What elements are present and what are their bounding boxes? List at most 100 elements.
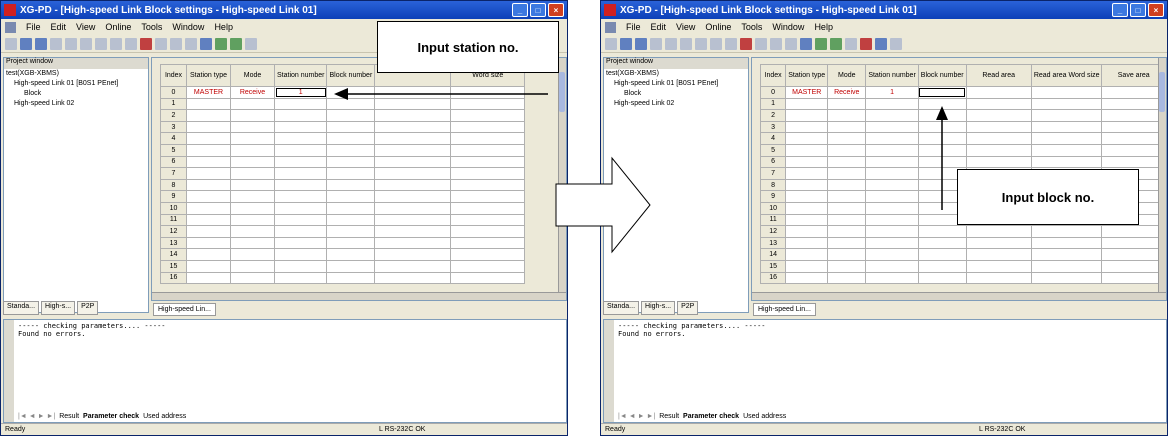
menu-edit[interactable]: Edit [651, 22, 667, 32]
connect-icon[interactable] [200, 37, 212, 50]
table-cell[interactable] [374, 259, 452, 273]
table-cell[interactable] [1101, 248, 1166, 261]
zoom-in-icon[interactable] [170, 37, 182, 50]
table-cell[interactable] [865, 97, 919, 111]
redo-icon[interactable] [680, 37, 692, 50]
table-cell[interactable] [827, 120, 867, 134]
table-cell[interactable] [186, 225, 231, 238]
table-cell[interactable] [785, 132, 829, 145]
table-cell[interactable] [374, 248, 452, 261]
download-icon[interactable] [215, 37, 227, 50]
table-cell[interactable] [450, 236, 526, 250]
table-cell[interactable] [1101, 97, 1166, 111]
table-cell[interactable] [273, 97, 328, 111]
delete-icon[interactable] [140, 37, 152, 50]
table-cell[interactable] [450, 201, 526, 215]
maximize-button[interactable]: □ [1130, 3, 1146, 17]
open-icon[interactable] [20, 37, 32, 50]
table-cell[interactable] [450, 178, 526, 192]
table-cell[interactable] [865, 109, 919, 122]
table-cell[interactable] [326, 109, 376, 122]
table-cell[interactable] [450, 143, 526, 157]
cell-mode[interactable]: Receive [230, 86, 275, 99]
paste-icon[interactable] [725, 37, 737, 50]
tab-p2p[interactable]: P2P [677, 301, 699, 315]
table-cell[interactable] [1030, 109, 1103, 122]
table-cell[interactable] [865, 178, 919, 192]
table-cell[interactable] [785, 225, 829, 238]
tab-result[interactable]: Result [659, 413, 679, 420]
table-cell[interactable] [965, 109, 1032, 122]
table-cell[interactable] [865, 236, 919, 250]
tab-used-address[interactable]: Used address [743, 413, 786, 420]
table-cell[interactable] [186, 120, 231, 134]
cell-station-number[interactable]: 1 [273, 86, 328, 99]
maximize-button[interactable]: □ [530, 3, 546, 17]
undo-icon[interactable] [665, 37, 677, 50]
table-cell[interactable] [865, 143, 919, 157]
cell-station-type[interactable]: MASTER [186, 86, 231, 99]
table-cell[interactable] [827, 225, 867, 238]
menu-file[interactable]: File [26, 22, 41, 32]
table-cell[interactable] [230, 167, 275, 180]
table-cell[interactable] [230, 213, 275, 227]
minimize-button[interactable]: _ [512, 3, 528, 17]
paste-icon[interactable] [125, 37, 137, 50]
table-cell[interactable] [273, 201, 328, 215]
connect-icon[interactable] [800, 37, 812, 50]
table-cell[interactable] [186, 132, 231, 145]
monitor-icon[interactable] [245, 37, 257, 50]
table-cell[interactable] [1030, 97, 1103, 111]
grid-icon[interactable] [875, 37, 887, 50]
table-cell[interactable] [273, 190, 328, 203]
table-cell[interactable] [965, 143, 1032, 157]
monitor-icon[interactable] [845, 37, 857, 50]
table-cell[interactable] [326, 213, 376, 227]
table-cell[interactable] [827, 155, 867, 169]
table-cell[interactable] [827, 132, 867, 145]
zoom-in-icon[interactable] [770, 37, 782, 50]
table-cell[interactable] [374, 225, 452, 238]
table-cell[interactable] [374, 213, 452, 227]
table-cell[interactable] [326, 143, 376, 157]
table-cell[interactable] [827, 167, 867, 180]
table-cell[interactable] [450, 155, 526, 169]
table-cell[interactable] [230, 132, 275, 145]
table-cell[interactable] [827, 143, 867, 157]
table-cell[interactable] [785, 167, 829, 180]
table-cell[interactable] [186, 236, 231, 250]
table-cell[interactable] [186, 213, 231, 227]
upload-icon[interactable] [830, 37, 842, 50]
undo-icon[interactable] [65, 37, 77, 50]
table-cell[interactable] [374, 190, 452, 203]
tab-parameter-check[interactable]: Parameter check [83, 413, 139, 420]
table-cell[interactable] [326, 190, 376, 203]
table-cell[interactable] [326, 236, 376, 250]
table-cell[interactable] [917, 271, 967, 285]
print-icon[interactable] [650, 37, 662, 50]
table-cell[interactable] [1030, 132, 1103, 145]
table-cell[interactable] [273, 120, 328, 134]
tab-p2p[interactable]: P2P [77, 301, 99, 315]
cell-station-type[interactable]: MASTER [785, 86, 829, 99]
menu-help[interactable]: Help [814, 22, 833, 32]
menu-tools[interactable]: Tools [141, 22, 162, 32]
print-icon[interactable] [50, 37, 62, 50]
table-cell[interactable] [273, 143, 328, 157]
copy-icon[interactable] [110, 37, 122, 50]
table-cell[interactable] [1030, 271, 1103, 285]
table-cell[interactable] [374, 178, 452, 192]
table-cell[interactable] [230, 109, 275, 122]
tree-item-link02[interactable]: High-speed Link 02 [6, 99, 148, 109]
tab-used-address[interactable]: Used address [143, 413, 186, 420]
table-cell[interactable] [827, 236, 867, 250]
menu-edit[interactable]: Edit [51, 22, 67, 32]
menu-view[interactable]: View [76, 22, 95, 32]
table-cell[interactable] [1030, 86, 1103, 99]
minimize-button[interactable]: _ [1112, 3, 1128, 17]
table-cell[interactable] [273, 178, 328, 192]
tab-high-speed[interactable]: High-s... [41, 301, 76, 315]
table-cell[interactable] [374, 167, 452, 180]
table-cell[interactable] [865, 155, 919, 169]
table-cell[interactable] [186, 259, 231, 273]
